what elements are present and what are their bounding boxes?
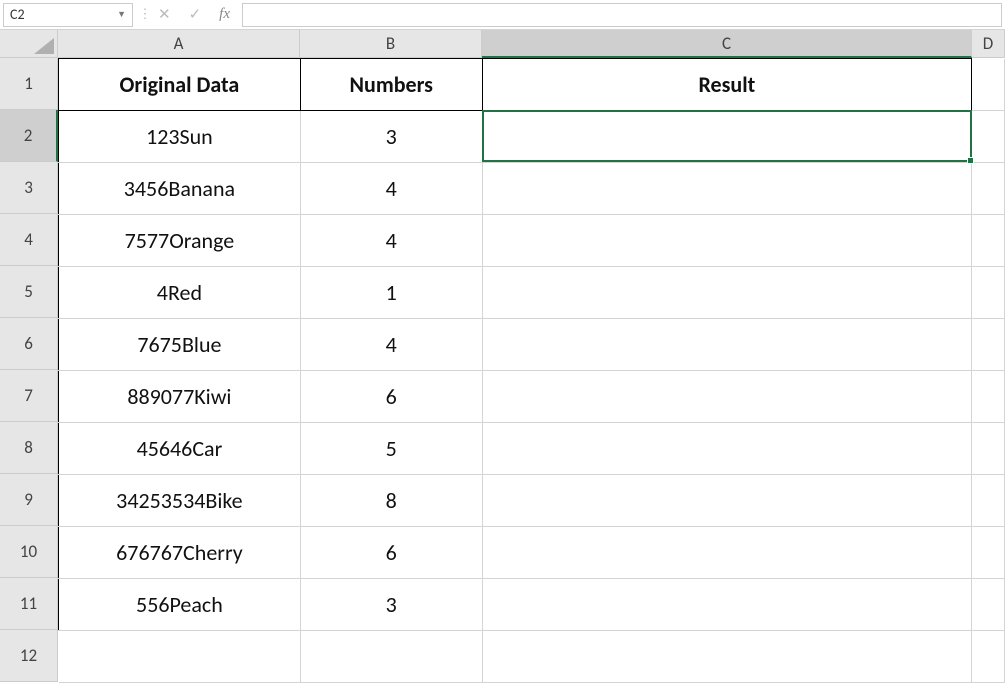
table-row: 3456Banana 4 (59, 163, 1005, 215)
cell-C10[interactable] (482, 527, 971, 579)
cell-C8[interactable] (482, 423, 971, 475)
row-header-2[interactable]: 2 (0, 110, 58, 162)
cell-C5[interactable] (482, 267, 971, 319)
cell-A9[interactable]: 34253534Bike (59, 475, 301, 527)
enter-icon: ✓ (189, 5, 202, 24)
name-box[interactable]: C2 ▼ (3, 3, 133, 27)
name-box-value: C2 (10, 6, 25, 23)
table-row: Original Data Numbers Result (59, 59, 1005, 111)
cells-area: Original Data Numbers Result 123Sun 3 34… (58, 58, 1005, 683)
cell-D10[interactable] (972, 527, 1005, 579)
formula-input[interactable] (249, 7, 995, 23)
cell-A12[interactable] (59, 631, 301, 683)
table-row: 7675Blue 4 (59, 319, 1005, 371)
table-row: 123Sun 3 (59, 111, 1005, 163)
cell-D7[interactable] (972, 371, 1005, 423)
row-header-10[interactable]: 10 (0, 526, 58, 578)
row-header-12[interactable]: 12 (0, 630, 58, 682)
row-header-1[interactable]: 1 (0, 58, 58, 110)
cell-A11[interactable]: 556Peach (59, 579, 301, 631)
row-header-6[interactable]: 6 (0, 318, 58, 370)
formula-bar-tools: ✕ ✓ fx (158, 5, 230, 24)
cell-D11[interactable] (972, 579, 1005, 631)
cell-C12[interactable] (482, 631, 971, 683)
cell-A5[interactable]: 4Red (59, 267, 301, 319)
row-headers: 1 2 3 4 5 6 7 8 9 10 11 12 (0, 58, 58, 682)
cell-D5[interactable] (972, 267, 1005, 319)
select-all-corner[interactable] (0, 30, 58, 58)
cell-B7[interactable]: 6 (300, 371, 482, 423)
cell-D8[interactable] (972, 423, 1005, 475)
col-header-A[interactable]: A (58, 30, 300, 58)
cell-A3[interactable]: 3456Banana (59, 163, 301, 215)
row-header-9[interactable]: 9 (0, 474, 58, 526)
cell-B5[interactable]: 1 (300, 267, 482, 319)
cell-A8[interactable]: 45646Car (59, 423, 301, 475)
cell-C1[interactable]: Result (482, 59, 971, 111)
cell-A4[interactable]: 7577Orange (59, 215, 301, 267)
cell-C4[interactable] (482, 215, 971, 267)
cell-B3[interactable]: 4 (300, 163, 482, 215)
cell-D3[interactable] (972, 163, 1005, 215)
row-header-5[interactable]: 5 (0, 266, 58, 318)
table-row: 676767Cherry 6 (59, 527, 1005, 579)
cell-C7[interactable] (482, 371, 971, 423)
dropdown-icon[interactable]: ▼ (117, 9, 126, 20)
cell-B1[interactable]: Numbers (300, 59, 482, 111)
cell-A6[interactable]: 7675Blue (59, 319, 301, 371)
col-header-C[interactable]: C (482, 30, 972, 58)
row-header-7[interactable]: 7 (0, 370, 58, 422)
cancel-icon: ✕ (158, 5, 171, 24)
cell-A2[interactable]: 123Sun (59, 111, 301, 163)
table-row: 45646Car 5 (59, 423, 1005, 475)
cell-B10[interactable]: 6 (300, 527, 482, 579)
cell-A10[interactable]: 676767Cherry (59, 527, 301, 579)
fx-icon[interactable]: fx (219, 6, 230, 23)
cell-B4[interactable]: 4 (300, 215, 482, 267)
cell-B11[interactable]: 3 (300, 579, 482, 631)
cell-B9[interactable]: 8 (300, 475, 482, 527)
cells-table: Original Data Numbers Result 123Sun 3 34… (58, 58, 1005, 683)
cell-D9[interactable] (972, 475, 1005, 527)
cell-C2[interactable] (482, 111, 971, 163)
table-row: 556Peach 3 (59, 579, 1005, 631)
cell-C11[interactable] (482, 579, 971, 631)
formula-input-wrap[interactable] (242, 3, 1002, 27)
row-header-3[interactable]: 3 (0, 162, 58, 214)
table-row: 889077Kiwi 6 (59, 371, 1005, 423)
cell-D2[interactable] (972, 111, 1005, 163)
table-row (59, 631, 1005, 683)
separator-dots: ⋮ (133, 7, 158, 22)
cell-A7[interactable]: 889077Kiwi (59, 371, 301, 423)
cell-D1[interactable] (972, 59, 1005, 111)
row-header-8[interactable]: 8 (0, 422, 58, 474)
cell-B6[interactable]: 4 (300, 319, 482, 371)
cell-C6[interactable] (482, 319, 971, 371)
cell-D4[interactable] (972, 215, 1005, 267)
cell-C9[interactable] (482, 475, 971, 527)
row-header-11[interactable]: 11 (0, 578, 58, 630)
column-headers: A B C D (58, 30, 1005, 58)
cell-A1[interactable]: Original Data (59, 59, 301, 111)
row-header-4[interactable]: 4 (0, 214, 58, 266)
cell-D6[interactable] (972, 319, 1005, 371)
table-row: 34253534Bike 8 (59, 475, 1005, 527)
table-row: 4Red 1 (59, 267, 1005, 319)
formula-bar: C2 ▼ ⋮ ✕ ✓ fx (0, 0, 1005, 30)
cell-B8[interactable]: 5 (300, 423, 482, 475)
cell-D12[interactable] (972, 631, 1005, 683)
cell-B12[interactable] (300, 631, 482, 683)
table-row: 7577Orange 4 (59, 215, 1005, 267)
cell-B2[interactable]: 3 (300, 111, 482, 163)
col-header-B[interactable]: B (300, 30, 482, 58)
col-header-D[interactable]: D (972, 30, 1005, 58)
cell-C3[interactable] (482, 163, 971, 215)
